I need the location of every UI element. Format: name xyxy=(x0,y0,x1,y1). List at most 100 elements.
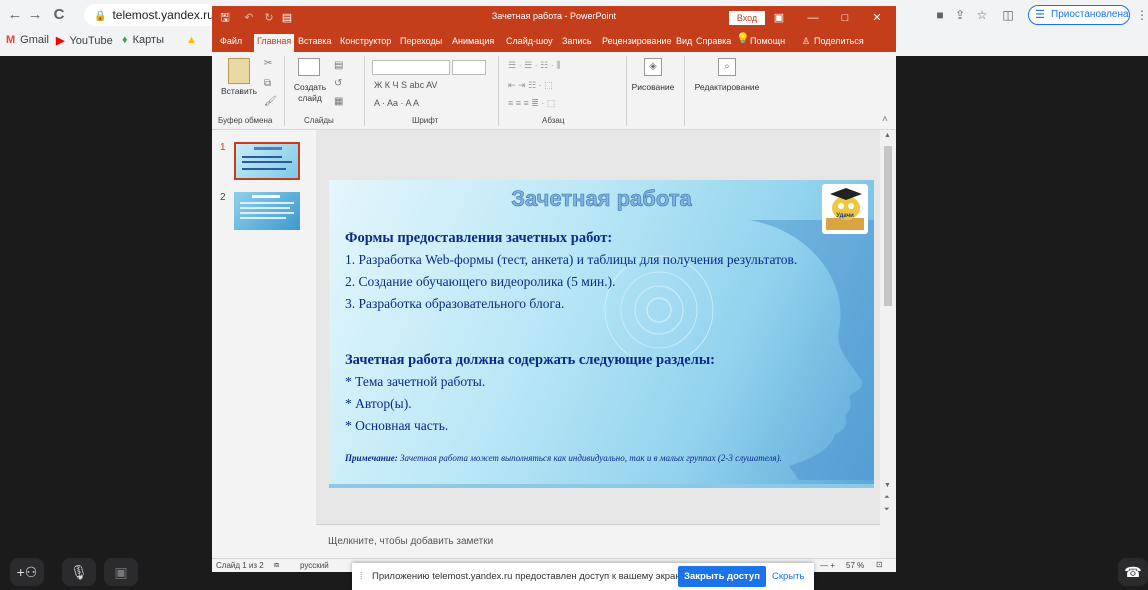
zoom-level[interactable]: 57 % xyxy=(846,561,864,570)
copy-icon[interactable]: ⧉ xyxy=(264,78,271,89)
reload-icon[interactable]: C xyxy=(50,6,68,24)
ribbon-display-icon[interactable]: ▣ xyxy=(772,9,786,27)
language-indicator[interactable]: русский xyxy=(300,561,329,570)
paused-chip[interactable]: ☰ Приостановлена xyxy=(1028,5,1130,25)
back-icon[interactable]: ← xyxy=(6,6,24,24)
tab-file[interactable]: Файл xyxy=(220,34,242,52)
hangup-icon: ☎ xyxy=(1124,564,1142,580)
slide-heading-sections: Зачетная работа должна содержать следующ… xyxy=(345,352,715,368)
add-participant-button[interactable]: +⚇ xyxy=(10,558,44,586)
sidepanel-icon[interactable]: ◫ xyxy=(1000,6,1016,24)
scrollbar-thumb[interactable] xyxy=(884,146,892,306)
tab-slideshow[interactable]: Слайд-шоу xyxy=(506,34,553,52)
new-slide-label-2[interactable]: слайд xyxy=(290,93,330,103)
share-button[interactable]: Поделиться xyxy=(814,34,864,52)
paste-icon[interactable] xyxy=(228,58,250,84)
format-painter-icon[interactable]: 🖌 xyxy=(264,96,277,107)
collapse-ribbon-icon[interactable]: ˄ xyxy=(882,114,888,125)
new-slide-icon[interactable] xyxy=(298,58,320,76)
align-buttons[interactable]: ≡ ≡ ≡ ≣ · ⬚ xyxy=(508,98,555,109)
font-size-buttons[interactable]: A · Aa · A A xyxy=(374,98,419,108)
drawing-icon[interactable]: ◈ xyxy=(644,58,662,76)
paste-button[interactable]: Вставить xyxy=(216,86,262,96)
spellcheck-icon[interactable]: ⧈ xyxy=(274,560,279,570)
indent-buttons[interactable]: ⇤ ⇥ ☷ · ⬚ xyxy=(508,80,553,91)
hangup-button[interactable]: ☎ xyxy=(1118,558,1148,586)
pause-list-icon: ☰ xyxy=(1035,9,1045,21)
stop-sharing-button[interactable]: Закрыть доступ xyxy=(678,566,766,587)
slide-item: 1. Разработка Web-формы (тест, анкета) и… xyxy=(345,252,798,267)
new-slide-label-1[interactable]: Создать xyxy=(290,82,330,92)
ribbon-divider xyxy=(684,56,685,126)
ribbon-divider xyxy=(498,56,499,126)
maximize-icon[interactable]: □ xyxy=(838,9,852,27)
address-bar[interactable]: 🔒 telemost.yandex.ru/j xyxy=(84,4,212,26)
layout-icon[interactable]: ▤ xyxy=(334,60,343,71)
star-icon[interactable]: ☆ xyxy=(974,6,990,24)
bookmark-drive[interactable]: ▲ xyxy=(186,34,202,46)
thumbnail-slide-2[interactable] xyxy=(234,192,300,230)
slide-bottom-band xyxy=(329,484,874,488)
scroll-up-icon[interactable]: ▲ xyxy=(884,132,891,139)
ripple xyxy=(646,297,672,323)
ppt-titlebar: 🖫 ↶ ↻ ▤ Зачетная работа - PowerPoint Вхо… xyxy=(212,6,896,30)
thumb-number: 1 xyxy=(220,142,226,153)
cut-icon[interactable]: ✂ xyxy=(264,58,272,69)
notes-pane[interactable]: Щелкните, чтобы добавить заметки xyxy=(316,524,880,558)
thumb-title-bar xyxy=(252,195,280,198)
section-icon[interactable]: ▦ xyxy=(334,96,343,107)
microphone-button[interactable]: 🎙 xyxy=(62,558,96,586)
search-icon[interactable]: ⌕ xyxy=(718,58,736,76)
prev-slide-icon[interactable]: ⏶ xyxy=(884,494,890,502)
lightbulb-icon: 💡 xyxy=(736,33,750,45)
thumb-line xyxy=(240,207,290,209)
font-format-buttons[interactable]: Ж К Ч S abc AV xyxy=(374,80,437,90)
tab-review[interactable]: Рецензирование xyxy=(602,34,672,52)
notes-placeholder: Щелкните, чтобы добавить заметки xyxy=(328,536,494,547)
vertical-scrollbar[interactable]: ▲ ▼ ⏶ ⏷ xyxy=(880,130,896,558)
bookmark-gmail[interactable]: M Gmail xyxy=(6,34,49,46)
slide-canvas[interactable]: Зачетная работа Удачи Формы предоставлен… xyxy=(329,180,874,488)
camera-button[interactable]: ▣ xyxy=(104,558,138,586)
tab-insert[interactable]: Вставка xyxy=(298,34,331,52)
paused-label: Приостановлена xyxy=(1051,9,1129,20)
tab-design[interactable]: Конструктор xyxy=(340,34,391,52)
tab-transitions[interactable]: Переходы xyxy=(400,34,442,52)
group-slides: Слайды xyxy=(304,116,334,125)
zoom-slider[interactable]: — + xyxy=(820,561,835,570)
tab-help[interactable]: Справка xyxy=(696,34,731,52)
font-size-field[interactable] xyxy=(452,60,486,75)
reset-icon[interactable]: ↺ xyxy=(334,78,342,89)
thumbnail-slide-1[interactable] xyxy=(234,142,300,180)
share-person-icon: ♙ xyxy=(802,36,811,46)
thumb-line xyxy=(242,156,282,158)
tab-record[interactable]: Запись xyxy=(562,34,592,52)
login-button[interactable]: Вход xyxy=(729,11,765,25)
fit-slide-icon[interactable]: ⊡ xyxy=(876,560,883,569)
close-icon[interactable]: ✕ xyxy=(870,9,884,27)
gmail-icon: M xyxy=(6,34,16,46)
powerpoint-window: 🖫 ↶ ↻ ▤ Зачетная работа - PowerPoint Вхо… xyxy=(212,6,896,572)
menu-icon[interactable]: ⋮ xyxy=(1136,6,1148,24)
next-slide-icon[interactable]: ⏷ xyxy=(884,506,890,514)
tab-assistant[interactable]: Помощн xyxy=(750,34,785,52)
list-buttons[interactable]: ☰ · ☰ · ☷ · ⫼ xyxy=(508,60,560,71)
thumbnail-pane: 1 2 xyxy=(212,130,316,558)
scroll-down-icon[interactable]: ▼ xyxy=(884,482,891,489)
minimize-icon[interactable]: — xyxy=(806,9,820,27)
ribbon: Вставить ✂ ⧉ 🖌 Буфер обмена Создать слай… xyxy=(212,52,896,130)
bookmark-maps[interactable]: ♦ Карты xyxy=(122,34,164,46)
tab-animations[interactable]: Анимация xyxy=(452,34,494,52)
tab-home[interactable]: Главная xyxy=(254,34,295,52)
bookmarks-bar: M Gmail ▶ YouTube ♦ Карты ▲ xyxy=(0,30,210,54)
forward-icon[interactable]: → xyxy=(26,6,44,24)
tab-view[interactable]: Вид xyxy=(676,34,692,52)
drawing-button[interactable]: Рисование xyxy=(628,82,678,92)
hide-button[interactable]: Скрыть xyxy=(772,571,804,582)
font-name-field[interactable] xyxy=(372,60,450,75)
drag-handle-icon[interactable]: ⦙ xyxy=(360,571,362,582)
editing-button[interactable]: Редактирование xyxy=(690,82,764,92)
bookmark-youtube[interactable]: ▶ YouTube xyxy=(56,34,113,47)
share-icon[interactable]: ⇪ xyxy=(952,6,968,24)
media-icon[interactable]: ■ xyxy=(932,6,948,24)
